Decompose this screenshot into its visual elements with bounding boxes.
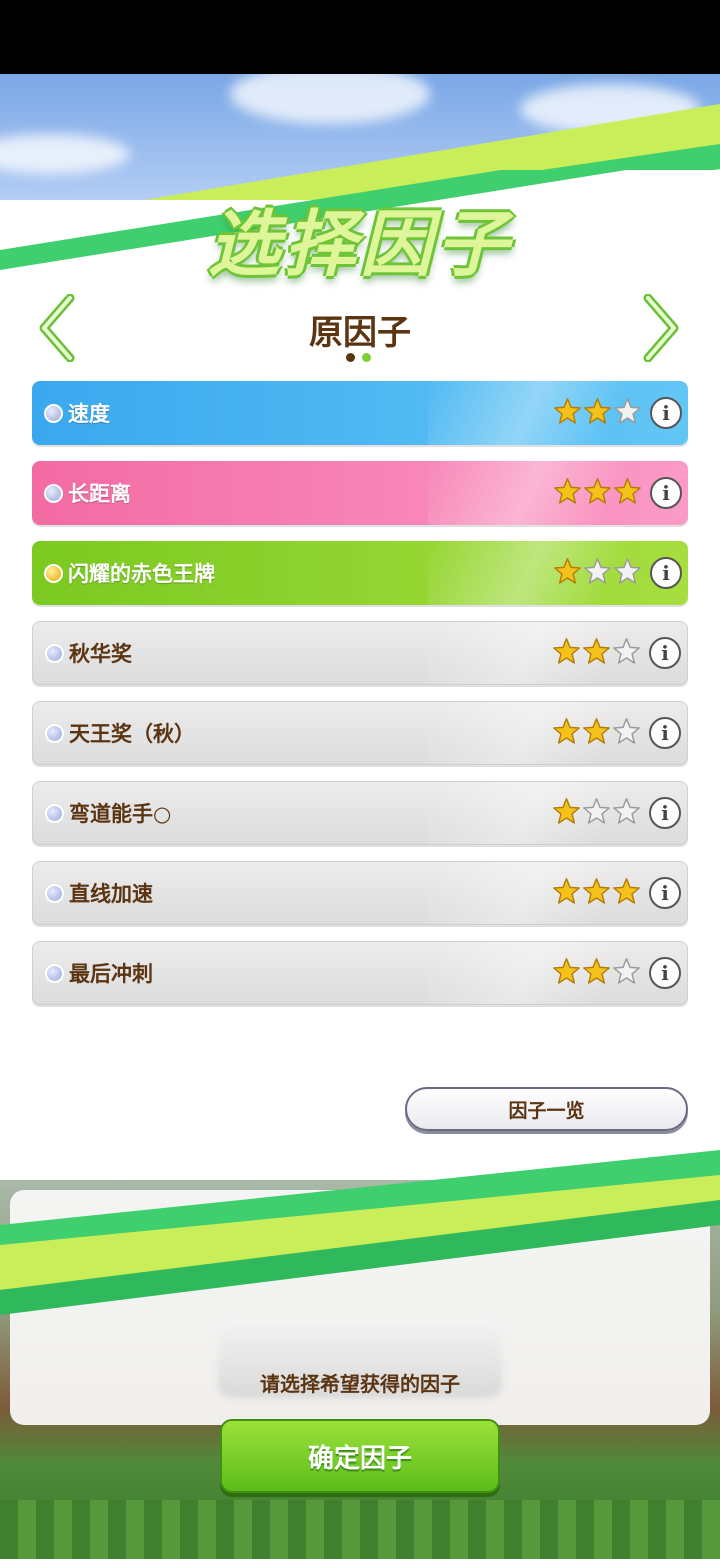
factor-list: 速度 i 长距离 i 闪耀的赤色王牌 i 秋华奖 i 天王奖（秋） i 弯道能手○ i 直线加速 i 最后冲… bbox=[32, 381, 688, 1021]
factor-bullet-icon bbox=[44, 403, 63, 423]
factor-rating-stars bbox=[552, 717, 641, 750]
info-icon[interactable]: i bbox=[650, 557, 682, 589]
info-icon[interactable]: i bbox=[649, 957, 681, 989]
factor-bullet-icon bbox=[44, 483, 63, 503]
star-filled-icon bbox=[582, 957, 611, 990]
factor-label: 闪耀的赤色王牌 bbox=[68, 562, 215, 586]
factor-row[interactable]: 直线加速 i bbox=[32, 861, 688, 925]
factor-rating-stars bbox=[552, 957, 641, 990]
star-empty-icon bbox=[583, 557, 612, 590]
star-filled-icon bbox=[582, 877, 611, 910]
factor-bullet-icon bbox=[45, 643, 64, 663]
factor-label: 弯道能手○ bbox=[69, 802, 172, 826]
factor-bullet-icon bbox=[45, 883, 64, 903]
star-empty-icon bbox=[612, 797, 641, 830]
factor-label: 最后冲刺 bbox=[69, 962, 153, 986]
star-empty-icon bbox=[582, 797, 611, 830]
factor-bullet-icon bbox=[45, 803, 64, 823]
factor-row[interactable]: 弯道能手○ i bbox=[32, 781, 688, 845]
factor-row[interactable]: 速度 i bbox=[32, 381, 688, 445]
info-icon[interactable]: i bbox=[649, 717, 681, 749]
factor-row[interactable]: 闪耀的赤色王牌 i bbox=[32, 541, 688, 605]
factor-rating-stars bbox=[552, 637, 641, 670]
info-icon[interactable]: i bbox=[650, 477, 682, 509]
factor-rating-stars bbox=[552, 797, 641, 830]
factor-rating-stars bbox=[552, 877, 641, 910]
factor-row[interactable]: 长距离 i bbox=[32, 461, 688, 525]
factor-row[interactable]: 最后冲刺 i bbox=[32, 941, 688, 1005]
star-filled-icon bbox=[612, 877, 641, 910]
factor-row[interactable]: 天王奖（秋） i bbox=[32, 701, 688, 765]
star-filled-icon bbox=[583, 477, 612, 510]
factor-bullet-icon bbox=[45, 723, 64, 743]
star-empty-icon bbox=[613, 397, 642, 430]
factor-row[interactable]: 秋华奖 i bbox=[32, 621, 688, 685]
star-filled-icon bbox=[552, 957, 581, 990]
grass-background bbox=[0, 1500, 720, 1559]
factor-rating-stars bbox=[553, 477, 642, 510]
factor-label: 速度 bbox=[68, 402, 110, 426]
factor-bullet-icon bbox=[45, 963, 64, 983]
page-indicator bbox=[346, 353, 371, 362]
star-filled-icon bbox=[552, 637, 581, 670]
star-filled-icon bbox=[582, 637, 611, 670]
star-filled-icon bbox=[552, 877, 581, 910]
info-icon[interactable]: i bbox=[649, 637, 681, 669]
factor-label: 秋华奖 bbox=[69, 642, 132, 666]
factor-rating-stars bbox=[553, 397, 642, 430]
star-filled-icon bbox=[582, 717, 611, 750]
star-filled-icon bbox=[553, 397, 582, 430]
info-icon[interactable]: i bbox=[650, 397, 682, 429]
factor-bullet-icon bbox=[44, 563, 63, 583]
star-empty-icon bbox=[612, 717, 641, 750]
page-dot bbox=[346, 353, 355, 362]
star-empty-icon bbox=[612, 957, 641, 990]
factor-rating-stars bbox=[553, 557, 642, 590]
factor-label: 直线加速 bbox=[69, 882, 153, 906]
status-bar bbox=[0, 0, 720, 74]
info-icon[interactable]: i bbox=[649, 797, 681, 829]
star-empty-icon bbox=[613, 557, 642, 590]
star-filled-icon bbox=[553, 477, 582, 510]
factor-list-button[interactable]: 因子一览 bbox=[405, 1087, 688, 1131]
hint-text: 请选择希望获得的因子 bbox=[260, 1372, 460, 1396]
page-dot-active bbox=[362, 353, 371, 362]
star-filled-icon bbox=[553, 557, 582, 590]
section-title: 原因子 bbox=[309, 313, 411, 353]
star-filled-icon bbox=[613, 477, 642, 510]
confirm-factor-button[interactable]: 确定因子 bbox=[220, 1419, 500, 1493]
star-empty-icon bbox=[612, 637, 641, 670]
factor-label: 天王奖（秋） bbox=[69, 722, 195, 746]
star-filled-icon bbox=[583, 397, 612, 430]
factor-label: 长距离 bbox=[68, 482, 131, 506]
info-icon[interactable]: i bbox=[649, 877, 681, 909]
star-filled-icon bbox=[552, 717, 581, 750]
page-title: 选择因子 bbox=[207, 202, 512, 286]
star-filled-icon bbox=[552, 797, 581, 830]
